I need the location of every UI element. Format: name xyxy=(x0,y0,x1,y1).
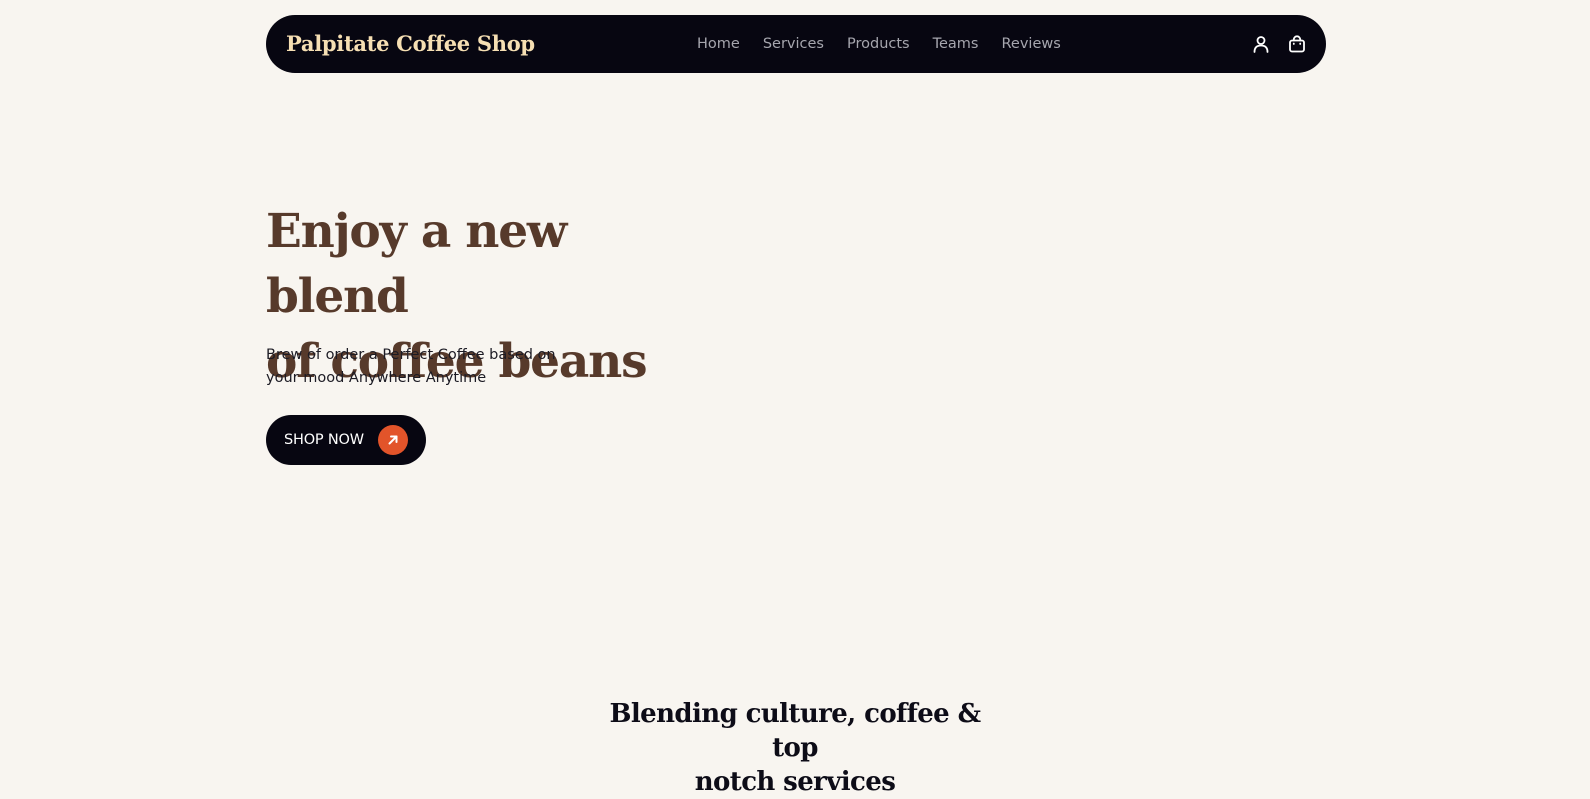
shop-now-button[interactable]: SHOP NOW xyxy=(266,415,426,465)
nav-icons xyxy=(1250,15,1308,73)
shopping-bag-icon[interactable] xyxy=(1286,33,1308,55)
user-icon[interactable] xyxy=(1250,33,1272,55)
nav-link-services[interactable]: Services xyxy=(763,36,824,52)
hero-title-line-1: Enjoy a new blend xyxy=(266,204,567,324)
section-heading-line-1: Blending culture, coffee & top xyxy=(609,699,982,763)
brand-logo[interactable]: Palpitate Coffee Shop xyxy=(286,15,535,73)
navbar: Palpitate Coffee Shop Home Services Prod… xyxy=(266,15,1326,73)
hero-subtitle-line-2: your mood Anywhere Anytime xyxy=(266,370,487,386)
shop-now-label: SHOP NOW xyxy=(284,432,364,448)
section-heading: Blending culture, coffee & top notch ser… xyxy=(595,697,995,799)
nav-link-teams[interactable]: Teams xyxy=(933,36,979,52)
arrow-up-right-icon xyxy=(378,425,408,455)
hero-subtitle: Brew of order a Perfect Coffee based on … xyxy=(266,344,596,390)
nav-link-products[interactable]: Products xyxy=(847,36,910,52)
nav-links: Home Services Products Teams Reviews xyxy=(697,15,1061,73)
nav-link-reviews[interactable]: Reviews xyxy=(1001,36,1060,52)
hero-subtitle-line-1: Brew of order a Perfect Coffee based on xyxy=(266,347,556,363)
nav-link-home[interactable]: Home xyxy=(697,36,740,52)
section-heading-line-2: notch services xyxy=(694,767,896,797)
